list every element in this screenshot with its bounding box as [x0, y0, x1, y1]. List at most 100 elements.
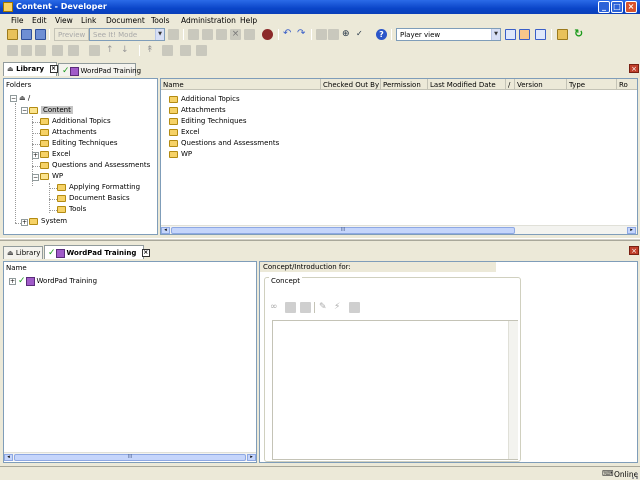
outline-item-wordpad[interactable]: ✓ WordPad Training — [18, 276, 97, 287]
preview-button[interactable]: Preview — [54, 28, 90, 41]
binoculars-icon[interactable]: ⊕ — [342, 29, 353, 40]
close-tab-icon[interactable]: × — [49, 65, 58, 73]
menu-link[interactable]: Link — [81, 16, 96, 25]
arrow-up-icon[interactable]: ↑ — [106, 45, 117, 56]
panel-splitter[interactable] — [0, 238, 640, 241]
close-panel-icon[interactable]: × — [629, 246, 639, 255]
column-header-ro[interactable]: Ro — [617, 79, 637, 90]
unlink-icon[interactable]: ⚡ — [334, 302, 345, 313]
promote-icon[interactable]: ↟ — [146, 45, 157, 56]
expand-outline-icon[interactable]: + — [9, 278, 16, 285]
new-topic-icon[interactable] — [35, 45, 46, 56]
attach-icon[interactable] — [285, 302, 296, 313]
menu-tools[interactable]: Tools — [151, 16, 169, 25]
copy-icon[interactable] — [202, 29, 213, 40]
delete-icon[interactable]: × — [230, 29, 241, 40]
arrow-down-icon[interactable]: ↓ — [121, 45, 132, 56]
collapse-content-icon[interactable]: − — [21, 107, 28, 114]
horizontal-scrollbar[interactable]: ◂ III ▸ — [161, 225, 637, 234]
undo-icon[interactable]: ↶ — [283, 29, 294, 40]
horizontal-scrollbar[interactable]: ◂ III ▸ — [4, 452, 256, 461]
tab-library-top[interactable]: ⏏ Library × — [3, 62, 58, 76]
question-icon[interactable] — [68, 45, 79, 56]
list-item[interactable]: Excel — [169, 127, 200, 138]
list-item[interactable]: Editing Techniques — [169, 116, 247, 127]
cut-icon[interactable] — [188, 29, 199, 40]
menu-administration[interactable]: Administration — [181, 16, 236, 25]
tab-wordpad-bottom[interactable]: ✓ WordPad Training × — [44, 245, 150, 259]
paste-icon[interactable] — [216, 29, 227, 40]
link-icon[interactable] — [89, 45, 100, 56]
record-icon[interactable] — [52, 45, 63, 56]
menu-view[interactable]: View — [55, 16, 73, 25]
save-icon[interactable] — [21, 29, 32, 40]
tree-item-excel[interactable]: Excel — [40, 149, 71, 160]
close-panel-icon[interactable]: × — [629, 64, 639, 73]
concept-preview-area[interactable] — [272, 320, 518, 460]
indent-right-icon[interactable] — [328, 29, 339, 40]
tree-item-wp[interactable]: WP — [40, 171, 63, 182]
expand-excel-icon[interactable]: + — [32, 152, 39, 159]
minimize-button[interactable]: _ — [598, 1, 610, 13]
collapse-wp-icon[interactable]: − — [32, 174, 39, 181]
tree-item-tools[interactable]: Tools — [57, 204, 86, 215]
column-header-type[interactable]: Type — [567, 79, 617, 90]
column-header-version[interactable]: Version — [515, 79, 567, 90]
menu-help[interactable]: Help — [240, 16, 257, 25]
list-item[interactable]: Attachments — [169, 105, 226, 116]
link-icon[interactable]: ∞ — [270, 302, 281, 313]
publish-icon[interactable] — [168, 29, 179, 40]
layout-single-icon[interactable] — [505, 29, 516, 40]
refresh-icon[interactable]: ↻ — [574, 28, 585, 40]
spellcheck-icon[interactable]: ✓ — [356, 29, 367, 40]
layout-horizontal-icon[interactable] — [519, 29, 530, 40]
redo-icon[interactable]: ↷ — [297, 29, 308, 40]
column-header-modified[interactable]: Last Modified Date — [428, 79, 506, 90]
scroll-right-icon[interactable]: ▸ — [247, 454, 256, 461]
list-item[interactable]: Questions and Assessments — [169, 138, 279, 149]
tree-item-system[interactable]: System — [29, 216, 67, 227]
find-icon[interactable] — [262, 29, 273, 40]
scroll-left-icon[interactable]: ◂ — [4, 454, 13, 461]
tree-root[interactable]: ⏏ / — [19, 93, 30, 104]
tree-item-attachments[interactable]: Attachments — [40, 127, 97, 138]
layout-vertical-icon[interactable] — [535, 29, 546, 40]
column-header-name[interactable]: Name — [161, 79, 321, 90]
preview-icon[interactable] — [349, 302, 360, 313]
scroll-thumb[interactable]: III — [14, 454, 246, 461]
maximize-button[interactable]: □ — [611, 1, 623, 13]
menu-document[interactable]: Document — [106, 16, 145, 25]
tree-item-additional-topics[interactable]: Additional Topics — [40, 116, 111, 127]
resize-grip[interactable] — [632, 473, 638, 479]
list-item[interactable]: WP — [169, 149, 192, 160]
column-header-checked-out[interactable]: Checked Out By — [321, 79, 381, 90]
edit-icon[interactable]: ✎ — [319, 302, 330, 313]
close-tab-icon[interactable]: × — [141, 249, 150, 257]
new-section-icon[interactable] — [21, 45, 32, 56]
menu-edit[interactable]: Edit — [32, 16, 47, 25]
new-folder-icon[interactable] — [557, 29, 568, 40]
expand-system-icon[interactable]: + — [21, 219, 28, 226]
tree-item-applying-formatting[interactable]: Applying Formatting — [57, 182, 140, 193]
scroll-right-icon[interactable]: ▸ — [627, 227, 636, 234]
column-header-permission[interactable]: Permission — [381, 79, 428, 90]
collapse-root-icon[interactable]: − — [10, 95, 17, 102]
tab-wordpad-top[interactable]: ✓ WordPad Training — [58, 63, 141, 76]
mode-select[interactable]: See It! Mode ▼ — [89, 28, 165, 41]
new-module-icon[interactable] — [7, 45, 18, 56]
web-page-icon[interactable] — [300, 302, 311, 313]
properties-icon[interactable] — [244, 29, 255, 40]
tree-item-editing-techniques[interactable]: Editing Techniques — [40, 138, 118, 149]
tab-library-bottom[interactable]: ⏏ Library — [3, 246, 43, 259]
vertical-scrollbar[interactable] — [508, 321, 518, 459]
save-all-icon[interactable] — [35, 29, 46, 40]
scroll-thumb[interactable]: III — [171, 227, 515, 234]
tree-item-questions[interactable]: Questions and Assessments — [40, 160, 150, 171]
tree-item-document-basics[interactable]: Document Basics — [57, 193, 130, 204]
expand-icon[interactable] — [162, 45, 173, 56]
list-item[interactable]: Additional Topics — [169, 94, 240, 105]
demote-icon[interactable] — [180, 45, 191, 56]
scroll-left-icon[interactable]: ◂ — [161, 227, 170, 234]
help-icon[interactable]: ? — [376, 29, 387, 40]
open-icon[interactable] — [7, 29, 18, 40]
